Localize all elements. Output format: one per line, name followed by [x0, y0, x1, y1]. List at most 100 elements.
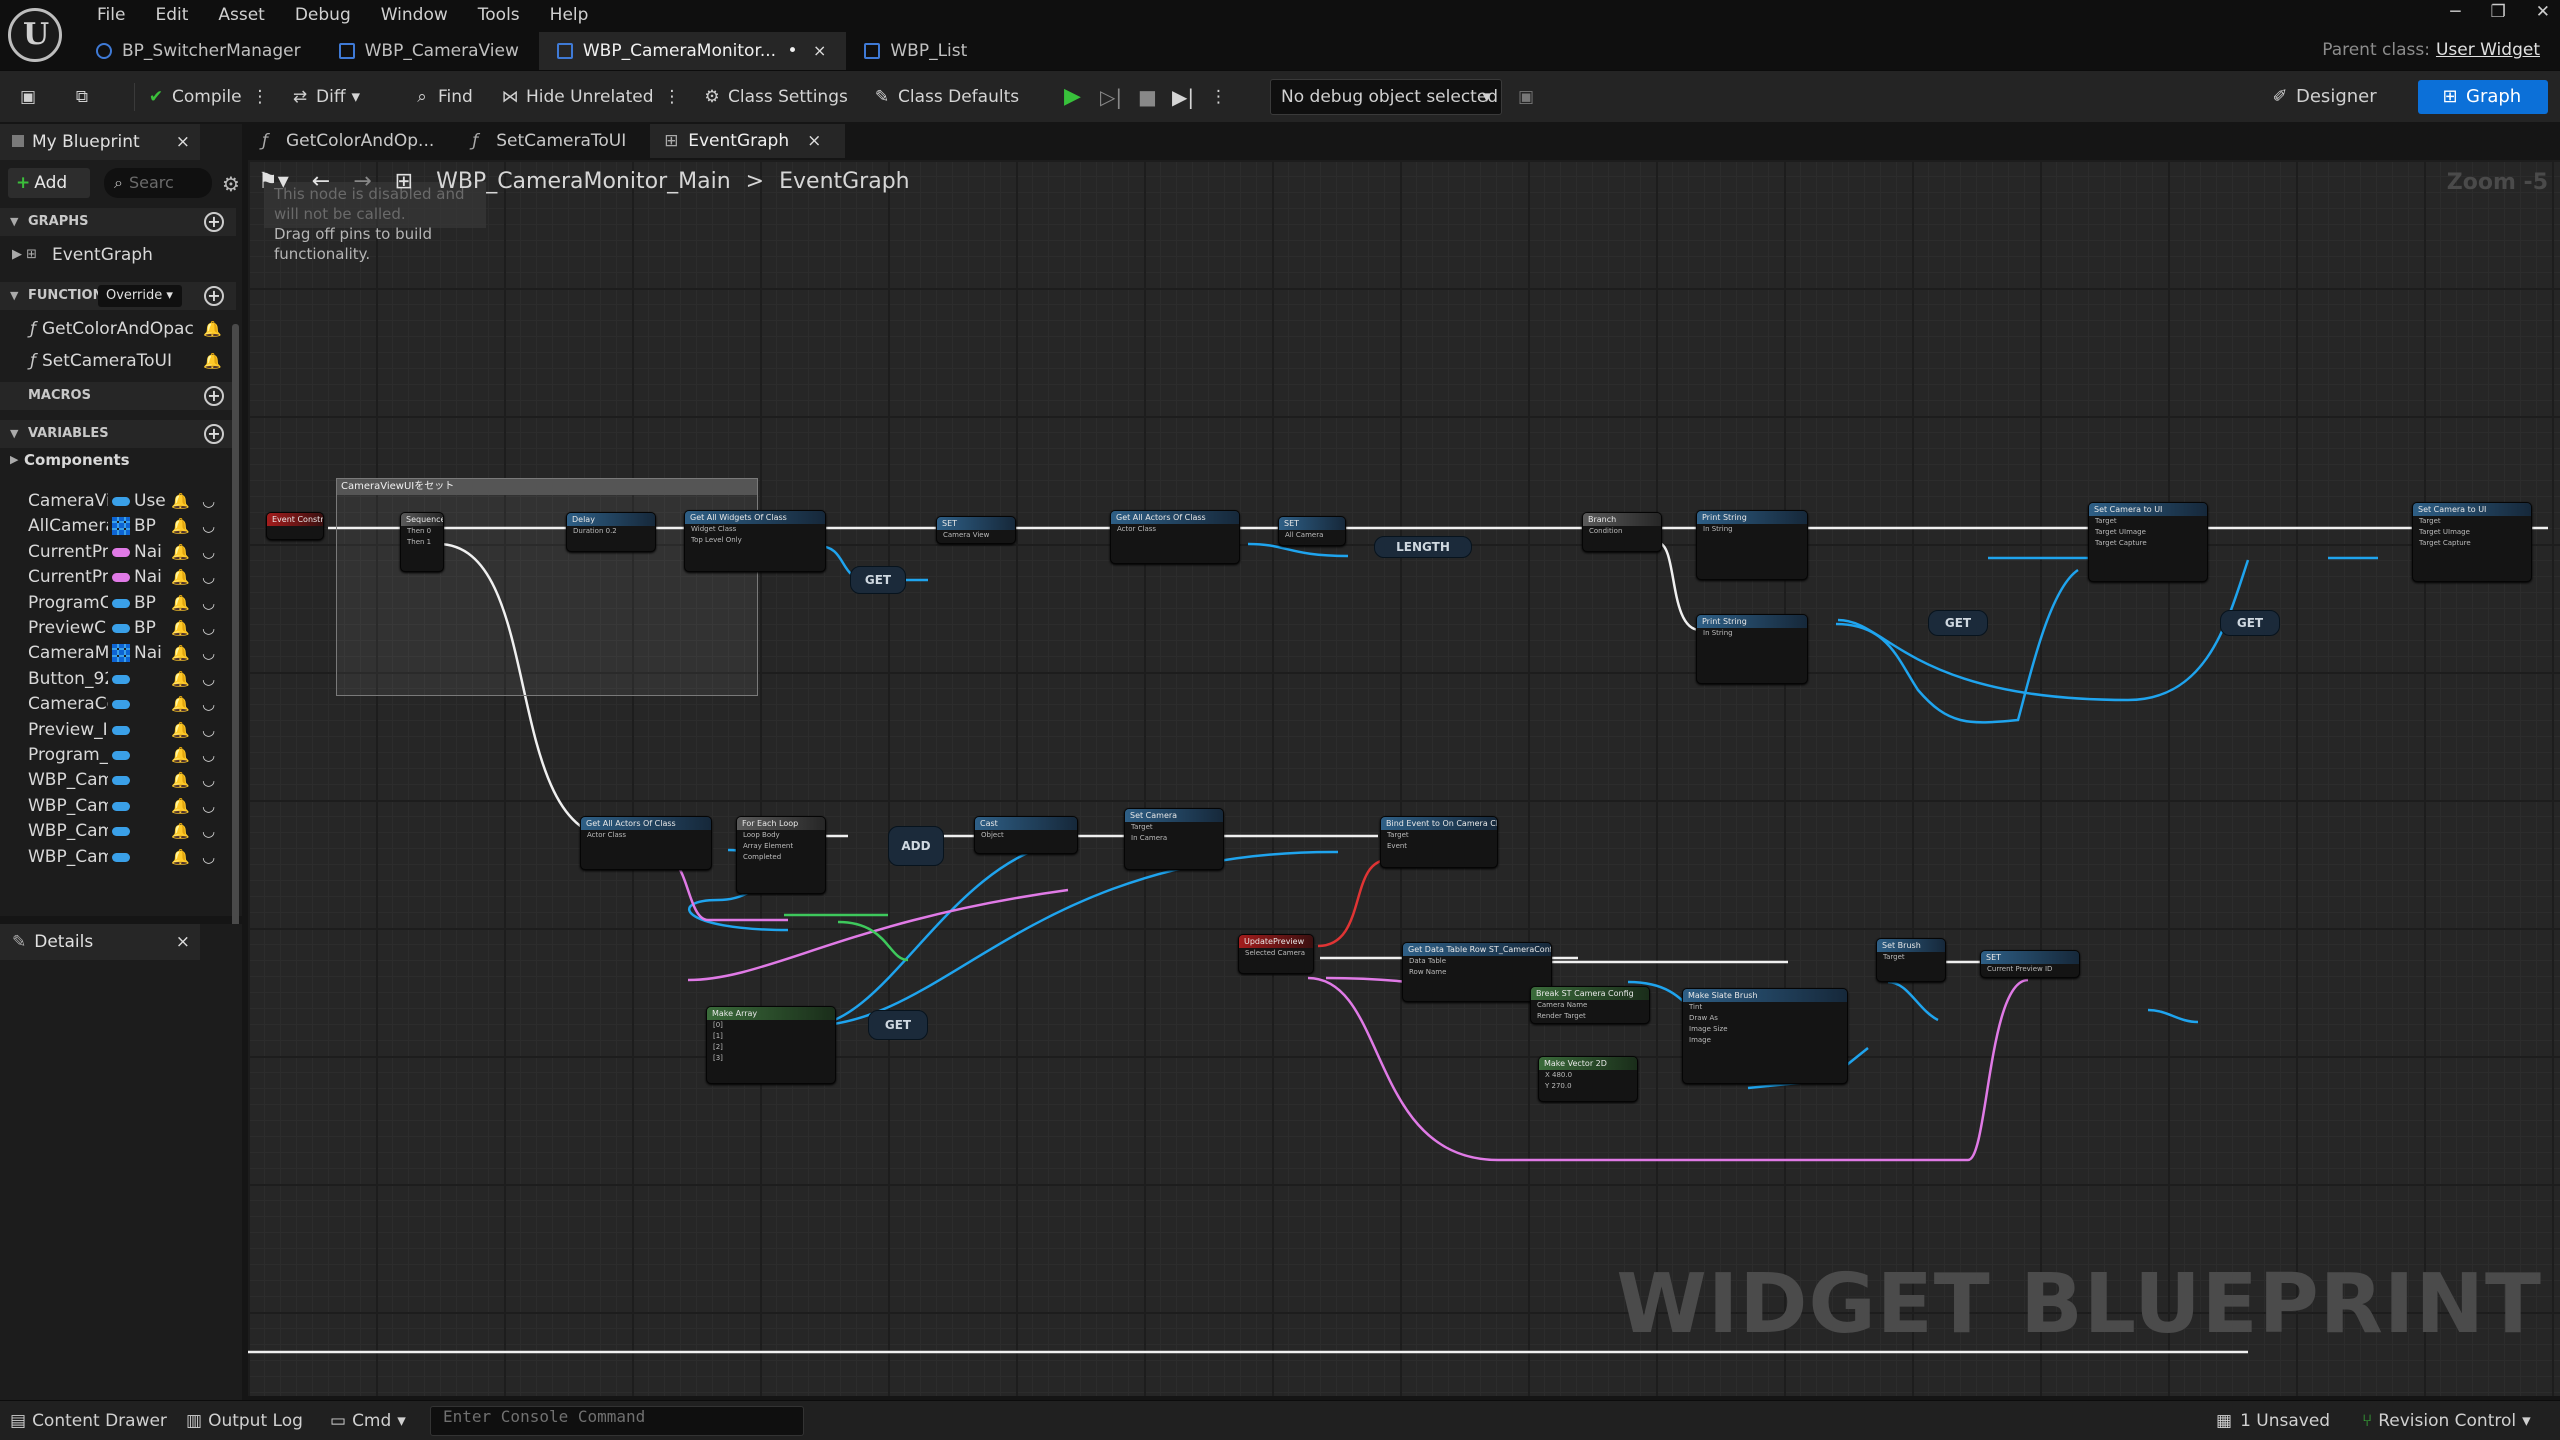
node-pin[interactable]: Camera Name	[1531, 1000, 1649, 1011]
variable-item[interactable]: ProgramC BP 🔔 ◡	[0, 591, 236, 616]
menu-debug[interactable]: Debug	[280, 0, 366, 30]
more-options-icon[interactable]: ⋮	[1210, 81, 1227, 113]
node-pin[interactable]: All Camera	[1279, 530, 1345, 541]
menu-window[interactable]: Window	[366, 0, 463, 30]
node-pin[interactable]: Target	[2413, 516, 2531, 527]
node-pin[interactable]: Completed	[737, 852, 825, 863]
node-set-camera[interactable]: Set Camera Target In Camera	[1124, 808, 1224, 870]
breadcrumb-root[interactable]: WBP_CameraMonitor_Main	[436, 169, 731, 194]
output-log-button[interactable]: ▥ Output Log	[186, 1401, 303, 1440]
visibility-eye-icon[interactable]: ◡	[202, 540, 215, 565]
browse-icon[interactable]: ⧉	[72, 81, 98, 113]
node-branch[interactable]: Branch Condition	[1582, 512, 1662, 552]
node-pin[interactable]: Target UImage	[2089, 527, 2207, 538]
visibility-eye-icon[interactable]: ◡	[202, 845, 215, 870]
close-icon[interactable]: ×	[813, 41, 826, 60]
visibility-eye-icon[interactable]: ◡	[202, 565, 215, 590]
search-input[interactable]: ⌕ Searc	[104, 168, 212, 198]
simulate-icon[interactable]: ▶|	[1172, 81, 1194, 113]
visibility-eye-icon[interactable]: ◡	[202, 591, 215, 616]
add-function-icon[interactable]: +	[204, 286, 224, 306]
graph-canvas[interactable]: CameraViewUIをセット Event Construct Sequenc…	[248, 160, 2560, 1396]
graph-item-eventgraph[interactable]: ▶ ⊞ EventGraph	[0, 240, 236, 270]
graph-tab-getcolorandopacity[interactable]: ƒ GetColorAndOp...	[248, 124, 458, 158]
node-pin[interactable]: [0]	[707, 1020, 835, 1031]
node-pin[interactable]: In String	[1697, 628, 1807, 639]
add-macro-icon[interactable]: +	[204, 386, 224, 406]
node-pin[interactable]: [2]	[707, 1042, 835, 1053]
node-set-camera-view[interactable]: SET Camera View	[936, 516, 1016, 544]
variable-item[interactable]: CurrentPr Nai 🔔 ◡	[0, 565, 236, 590]
visibility-eye-icon[interactable]: ◡	[202, 743, 215, 768]
node-pin[interactable]: Data Table	[1403, 956, 1551, 967]
node-length[interactable]: LENGTH	[1374, 536, 1472, 558]
node-make-slate-brush[interactable]: Make Slate Brush Tint Draw As Image Size Ima…	[1682, 988, 1848, 1084]
cmd-dropdown[interactable]: ▭ Cmd ▾	[330, 1401, 406, 1440]
step-icon[interactable]: ▷|	[1100, 81, 1122, 113]
compile-button[interactable]: ✔ Compile ⋮	[146, 81, 269, 113]
bell-icon[interactable]: 🔔	[171, 718, 190, 743]
debug-object-select[interactable]: No debug object selected ▾	[1270, 79, 1502, 115]
bell-icon[interactable]: 🔔	[171, 565, 190, 590]
designer-button[interactable]: ✐ Designer	[2270, 80, 2376, 114]
find-button[interactable]: ⌕ Find	[412, 81, 473, 113]
visibility-eye-icon[interactable]: ◡	[202, 794, 215, 819]
close-icon[interactable]: ×	[176, 924, 190, 960]
menu-file[interactable]: File	[82, 0, 140, 30]
node-pin[interactable]: In String	[1697, 524, 1807, 535]
node-print-string[interactable]: Print String In String	[1696, 510, 1808, 580]
variable-item[interactable]: AllCamera BP 🔔 ◡	[0, 514, 236, 539]
node-pin[interactable]: In Camera	[1125, 833, 1223, 844]
node-pin[interactable]: Loop Body	[737, 830, 825, 841]
variables-section-header[interactable]: ▼ VARIABLES +	[0, 420, 236, 448]
node-pin[interactable]: Object	[975, 830, 1077, 841]
graph-tab-setcameratoui[interactable]: ƒ SetCameraToUI	[458, 124, 650, 158]
node-get-all-actors[interactable]: Get All Actors Of Class Actor Class	[1110, 510, 1240, 564]
node-pin[interactable]: Render Target	[1531, 1011, 1649, 1022]
node-set-camera-to-ui[interactable]: Set Camera to UI Target Target UImage Targe…	[2088, 502, 2208, 582]
diff-button[interactable]: ⇄ Diff ▾	[290, 81, 360, 113]
node-pin[interactable]: Condition	[1583, 526, 1661, 537]
visibility-eye-icon[interactable]: ◡	[202, 489, 215, 514]
close-icon[interactable]: ×	[807, 131, 821, 151]
node-set-current-preview[interactable]: SET Current Preview ID	[1980, 950, 2080, 978]
hide-unrelated-button[interactable]: ⋈ Hide Unrelated ⋮	[500, 81, 681, 113]
gear-icon[interactable]: ⚙	[222, 172, 240, 196]
console-input[interactable]: Enter Console Command	[430, 1406, 804, 1436]
play-icon[interactable]: ▶	[1064, 81, 1081, 113]
node-pin[interactable]: Actor Class	[581, 830, 711, 841]
node-pin[interactable]: Target	[1125, 822, 1223, 833]
unreal-logo-icon[interactable]: U	[8, 8, 62, 62]
node-pin[interactable]: Row Name	[1403, 967, 1551, 978]
variable-item[interactable]: Program_ 🔔 ◡	[0, 743, 236, 768]
node-set-brush[interactable]: Set Brush Target	[1876, 938, 1946, 982]
variable-item[interactable]: CameraM Nai 🔔 ◡	[0, 641, 236, 666]
node-pin[interactable]: Then 1	[401, 537, 443, 548]
node-pin[interactable]: Image Size	[1683, 1024, 1847, 1035]
restore-icon[interactable]: ❐	[2491, 2, 2506, 22]
node-pin[interactable]: Actor Class	[1111, 524, 1239, 535]
visibility-eye-icon[interactable]: ◡	[202, 641, 215, 666]
node-pin[interactable]: Y 270.0	[1539, 1081, 1637, 1092]
node-get[interactable]: GET	[2220, 610, 2280, 636]
override-dropdown[interactable]: Override ▾	[98, 285, 182, 307]
my-blueprint-tab[interactable]: My Blueprint ×	[0, 124, 200, 160]
node-get[interactable]: GET	[868, 1010, 928, 1040]
node-pin[interactable]: Array Element	[737, 841, 825, 852]
visibility-eye-icon[interactable]: ◡	[202, 768, 215, 793]
node-pin[interactable]: [1]	[707, 1031, 835, 1042]
details-tab[interactable]: ✎ Details ×	[0, 924, 200, 960]
class-defaults-button[interactable]: ✎ Class Defaults	[872, 81, 1019, 113]
bell-icon[interactable]: 🔔	[171, 819, 190, 844]
bell-icon[interactable]: 🔔	[171, 641, 190, 666]
doc-tab-camera-monitor[interactable]: WBP_CameraMonitor... • ×	[538, 32, 847, 70]
doc-tab-camera-view[interactable]: WBP_CameraView	[321, 32, 539, 70]
visibility-eye-icon[interactable]: ◡	[202, 819, 215, 844]
variable-item[interactable]: Button_92 🔔 ◡	[0, 667, 236, 692]
minimize-icon[interactable]: ─	[2450, 2, 2460, 22]
node-get-all-actors[interactable]: Get All Actors Of Class Actor Class	[580, 816, 712, 870]
parent-class-link[interactable]: User Widget	[2436, 40, 2540, 60]
visibility-eye-icon[interactable]: ◡	[202, 692, 215, 717]
node-get[interactable]: GET	[1928, 610, 1988, 636]
variable-item[interactable]: CameraCo 🔔 ◡	[0, 692, 236, 717]
